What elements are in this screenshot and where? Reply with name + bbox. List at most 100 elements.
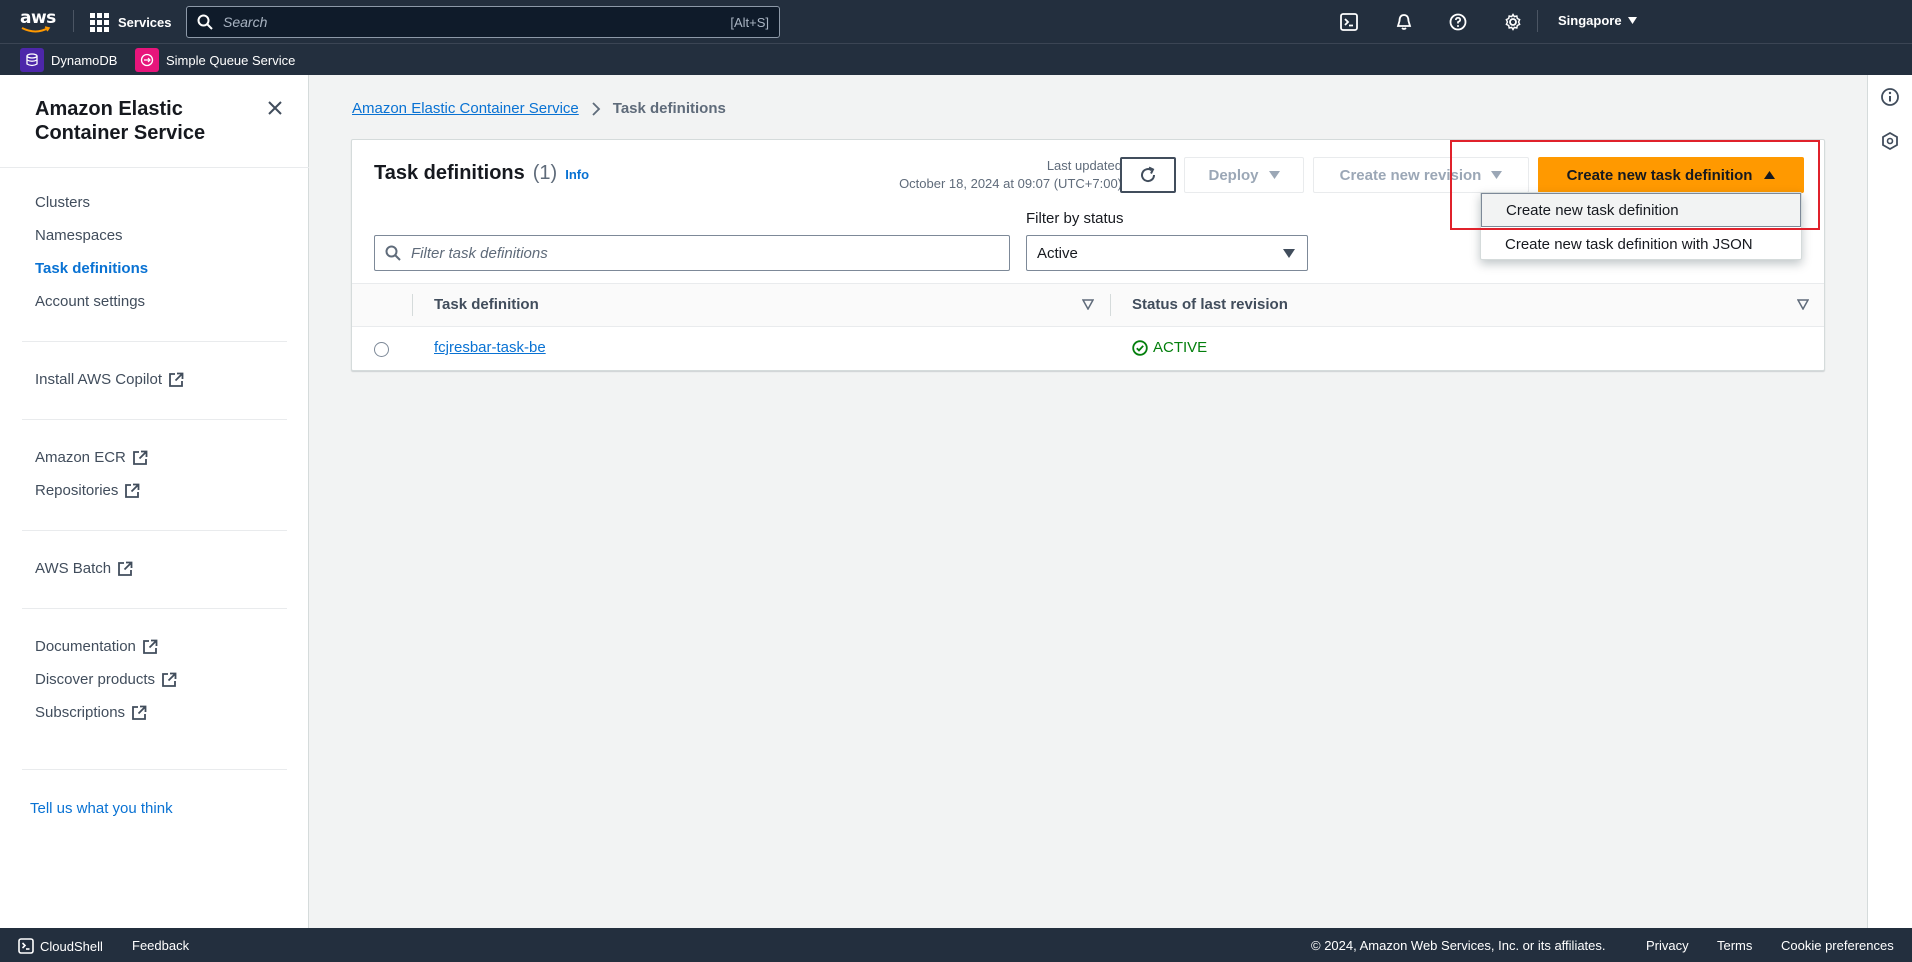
info-icon[interactable] [1880, 87, 1902, 109]
table-row: fcjresbar-task-be ACTIVE [352, 327, 1824, 371]
sidebar-item-label: Discover products [35, 671, 156, 688]
column-divider [1110, 294, 1111, 316]
highlight-box [1450, 140, 1820, 230]
bell-icon[interactable] [1393, 11, 1415, 33]
grid-icon [90, 12, 109, 32]
info-link[interactable]: Info [565, 167, 589, 182]
caret-down-icon [1268, 171, 1280, 179]
sidebar-title: Amazon Elastic Container Service [35, 98, 206, 144]
sidebar-item-aws-batch[interactable]: AWS Batch [35, 560, 133, 577]
cloudshell-label: CloudShell [40, 938, 103, 954]
item-count: (1) [532, 162, 558, 184]
copyright: © 2024, Amazon Web Services, Inc. or its… [1311, 938, 1606, 953]
sidebar-item-amazon-ecr[interactable]: Amazon ECR [35, 449, 148, 466]
status-text: ACTIVE [1153, 339, 1208, 356]
sidebar-item-label: Namespaces [35, 227, 123, 244]
terms-link[interactable]: Terms [1717, 938, 1752, 953]
sidebar-item-label: Task definitions [35, 260, 149, 277]
sidebar-divider [22, 769, 287, 770]
sidebar: Amazon Elastic Container Service Cluster… [0, 75, 309, 928]
table-header: Task definition Status of last revision [352, 283, 1824, 327]
services-menu-button[interactable]: Services [90, 10, 172, 34]
close-icon[interactable] [264, 97, 286, 119]
feedback-label: Feedback [132, 938, 190, 953]
sidebar-divider [22, 608, 287, 609]
sidebar-item-label: Amazon ECR [35, 449, 126, 466]
sidebar-item-repositories[interactable]: Repositories [35, 482, 140, 499]
search-icon [197, 14, 213, 30]
filter-task-definitions-input[interactable]: Filter task definitions [374, 235, 1010, 271]
cloudshell-icon [18, 938, 34, 954]
favorite-sqs[interactable]: Simple Queue Service [135, 48, 295, 72]
sidebar-item-discover-products[interactable]: Discover products [35, 671, 177, 688]
cloudshell-icon[interactable] [1338, 11, 1360, 33]
sidebar-divider [22, 419, 287, 420]
status-select-value: Active [1037, 244, 1078, 262]
breadcrumb: Amazon Elastic Container Service Task de… [352, 100, 726, 117]
column-divider [412, 294, 413, 316]
cookie-preferences-label: Cookie preferences [1781, 938, 1894, 953]
favorites-bar: DynamoDB Simple Queue Service [0, 43, 1912, 75]
sidebar-item-label: AWS Batch [35, 560, 112, 577]
status-select[interactable]: Active [1026, 235, 1308, 271]
breadcrumb-parent-link[interactable]: Amazon Elastic Container Service [352, 100, 579, 117]
external-link-icon [169, 372, 184, 387]
menu-item-create-task-definition-json[interactable]: Create new task definition with JSON [1481, 227, 1801, 261]
services-label: Services [118, 14, 172, 30]
search-shortcut: [Alt+S] [730, 14, 769, 30]
tools-rail [1867, 75, 1912, 928]
deploy-label: Deploy [1208, 166, 1259, 184]
sidebar-item-clusters[interactable]: Clusters [35, 194, 90, 211]
page-title: Task definitions [374, 162, 525, 184]
refresh-button[interactable] [1120, 157, 1176, 193]
deploy-button[interactable]: Deploy [1184, 157, 1304, 193]
task-definition-link[interactable]: fcjresbar-task-be [434, 339, 546, 356]
last-updated-label: Last updated [1046, 158, 1122, 173]
favorite-label: DynamoDB [51, 52, 118, 68]
privacy-link[interactable]: Privacy [1646, 938, 1689, 953]
footer: CloudShell Feedback © 2024, Amazon Web S… [0, 928, 1912, 962]
external-link-icon [143, 639, 158, 654]
last-updated: Last updated October 18, 2024 at 09:07 (… [872, 157, 1122, 193]
sidebar-item-account-settings[interactable]: Account settings [35, 293, 145, 310]
external-link-icon [162, 672, 177, 687]
feedback-button[interactable]: Feedback [132, 938, 189, 953]
external-link-icon [132, 705, 147, 720]
top-nav-row: aws Services Search [Alt+S] Singapore [0, 0, 1912, 43]
help-icon[interactable] [1447, 11, 1469, 33]
filter-status-label: Filter by status [1026, 210, 1124, 227]
last-updated-value: October 18, 2024 at 09:07 (UTC+7:00) [899, 176, 1122, 191]
privacy-label: Privacy [1646, 938, 1689, 953]
favorite-label: Simple Queue Service [166, 52, 296, 68]
aws-logo-text: aws [20, 8, 56, 28]
region-selector[interactable]: Singapore [1558, 13, 1637, 28]
status-badge: ACTIVE [1132, 339, 1207, 356]
column-header-task-definition[interactable]: Task definition [434, 296, 539, 313]
sort-icon[interactable] [1082, 299, 1094, 310]
search-icon [385, 245, 401, 261]
dynamodb-icon [20, 48, 44, 72]
column-header-status[interactable]: Status of last revision [1132, 296, 1288, 313]
row-select-radio[interactable] [374, 342, 389, 357]
feedback-link[interactable]: Tell us what you think [30, 800, 173, 817]
settings-icon[interactable] [1502, 11, 1524, 33]
aws-logo[interactable]: aws [20, 8, 56, 34]
sidebar-item-install-copilot[interactable]: Install AWS Copilot [35, 371, 184, 388]
sidebar-item-task-definitions[interactable]: Task definitions [35, 260, 148, 277]
caret-down-icon [1283, 248, 1295, 258]
sidebar-item-subscriptions[interactable]: Subscriptions [35, 704, 147, 721]
sidebar-item-namespaces[interactable]: Namespaces [35, 227, 123, 244]
favorite-dynamodb[interactable]: DynamoDB [20, 48, 117, 72]
cloudshell-button[interactable]: CloudShell [18, 938, 103, 954]
sidebar-item-documentation[interactable]: Documentation [35, 638, 158, 655]
search-input[interactable]: Search [Alt+S] [186, 6, 780, 38]
check-circle-icon [1132, 339, 1148, 356]
copyright-text: © 2024, Amazon Web Services, Inc. or its… [1311, 938, 1606, 953]
explore-icon[interactable] [1880, 131, 1902, 153]
sidebar-item-label: Repositories [35, 482, 119, 499]
cookie-preferences-link[interactable]: Cookie preferences [1781, 938, 1894, 953]
sidebar-divider [22, 530, 287, 531]
sort-icon[interactable] [1797, 299, 1809, 310]
search-placeholder: Search [223, 14, 268, 30]
refresh-icon [1141, 166, 1156, 183]
